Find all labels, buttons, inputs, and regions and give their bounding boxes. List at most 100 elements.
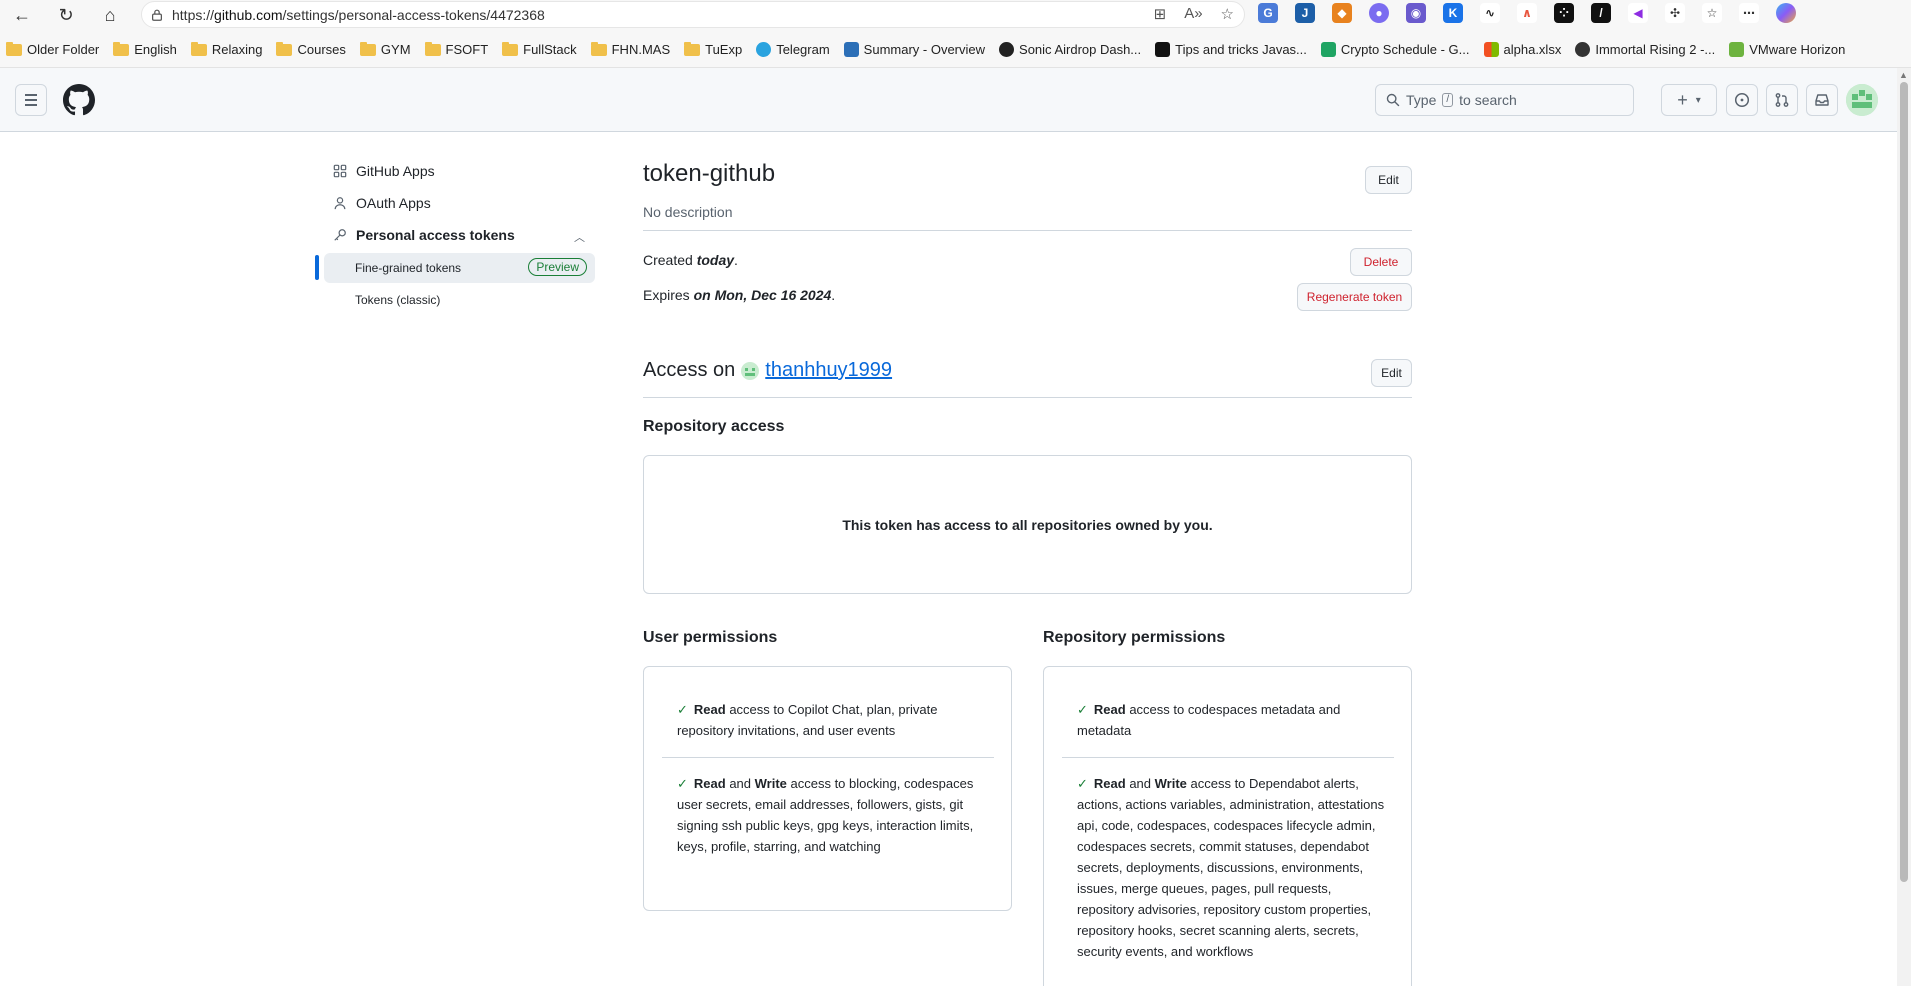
bookmark-folder[interactable]: English (113, 41, 177, 57)
chevron-up-icon[interactable]: ︿ (574, 229, 585, 245)
repository-access-title: Repository access (643, 418, 785, 435)
created-date: Created today. (643, 252, 738, 268)
chart-extension-icon[interactable]: ∿ (1480, 3, 1500, 23)
metamask-extension-icon[interactable]: ◆ (1332, 3, 1352, 23)
preview-badge: Preview (528, 258, 587, 276)
refresh-icon[interactable]: ↻ (52, 2, 80, 28)
bookmark-folder[interactable]: Relaxing (190, 41, 262, 57)
bookmark-folder[interactable]: FSOFT (424, 41, 488, 57)
sidebar-item-tokens-classic[interactable]: Tokens (classic) (324, 285, 595, 315)
pull-requests-button[interactable] (1766, 84, 1798, 116)
bookmark-summary[interactable]: Summary - Overview (843, 42, 985, 57)
bookmark-folder[interactable]: FHN.MAS (590, 41, 670, 57)
permission-item: ✓ Read access to codespaces metadata and … (1077, 702, 1341, 738)
bookmark-sonic[interactable]: Sonic Airdrop Dash... (999, 42, 1141, 57)
sidebar-item-label: Fine-grained tokens (355, 261, 462, 275)
dice-extension-icon[interactable]: ⁘ (1554, 3, 1574, 23)
sidebar-item-fine-grained-tokens[interactable]: Fine-grained tokens Preview (324, 253, 595, 283)
github-header: Type / to search + ▾ (0, 68, 1897, 132)
extensions-puzzle-icon[interactable]: ✣ (1665, 3, 1685, 23)
menu-hamburger-icon[interactable] (15, 84, 47, 116)
site-info-icon[interactable] (142, 8, 172, 22)
issues-button[interactable] (1726, 84, 1758, 116)
person-icon (332, 195, 348, 211)
repository-permissions-title: Repository permissions (1043, 629, 1226, 646)
app-available-icon[interactable]: ⊞ (1154, 5, 1167, 23)
vs-extension-icon[interactable]: ◀ (1628, 3, 1648, 23)
check-icon: ✓ (1077, 702, 1088, 717)
jira-extension-icon[interactable]: J (1295, 3, 1315, 23)
divider (662, 757, 994, 758)
create-new-button[interactable]: + ▾ (1661, 84, 1717, 116)
sidebar-item-personal-access-tokens[interactable]: Personal access tokens (332, 227, 515, 243)
bookmark-crypto-schedule[interactable]: Crypto Schedule - G... (1320, 42, 1470, 57)
divider (643, 230, 1412, 231)
search-shortcut-key: / (1442, 93, 1454, 107)
home-icon[interactable]: ⌂ (96, 2, 124, 28)
user-avatar[interactable] (1846, 84, 1878, 116)
sidebar-item-github-apps[interactable]: GitHub Apps (332, 163, 435, 179)
permission-item: ✓ Read access to Copilot Chat, plan, priv… (677, 702, 938, 738)
check-icon: ✓ (677, 702, 688, 717)
github-logo-icon[interactable] (63, 84, 95, 116)
owner-avatar-icon (741, 361, 760, 380)
bookmark-folder[interactable]: Older Folder (6, 41, 99, 57)
immortal-icon (1575, 42, 1591, 57)
sidebar-item-label: Tokens (classic) (355, 293, 441, 307)
address-bar[interactable]: https://github.com/settings/personal-acc… (141, 1, 1245, 28)
bookmark-tips[interactable]: Tips and tricks Javas... (1155, 42, 1307, 57)
browser-toolbar: ← ↻ ⌂ https://github.com/settings/person… (0, 0, 1911, 68)
bookmarks-bar: Older Folder English Relaxing Courses GY… (0, 37, 1911, 62)
translate-extension-icon[interactable]: G (1258, 3, 1278, 23)
apps-icon (332, 163, 348, 179)
browser-menu-icon[interactable]: ⋯ (1739, 3, 1759, 23)
sonic-icon (999, 42, 1015, 57)
ghost-extension-icon[interactable]: ◉ (1406, 3, 1426, 23)
delete-token-button[interactable]: Delete (1350, 248, 1412, 276)
inbox-icon (1815, 94, 1829, 106)
microsoft-icon (1483, 42, 1499, 57)
pen-extension-icon[interactable]: / (1591, 3, 1611, 23)
issue-opened-icon (1734, 92, 1750, 108)
divider (643, 397, 1412, 398)
page-scrollbar[interactable]: ▲ (1897, 68, 1911, 986)
back-icon[interactable]: ← (8, 2, 36, 28)
edit-token-button[interactable]: Edit (1365, 166, 1412, 194)
search-placeholder: Type (1406, 92, 1437, 108)
edit-access-button[interactable]: Edit (1371, 359, 1412, 387)
folder-icon (359, 41, 376, 56)
check-icon: ✓ (1077, 776, 1088, 791)
bookmark-folder[interactable]: GYM (359, 41, 411, 57)
bookmark-immortal[interactable]: Immortal Rising 2 -... (1575, 42, 1715, 57)
identicon-icon (1846, 84, 1878, 116)
copilot-icon[interactable] (1776, 3, 1796, 23)
bookmark-folder[interactable]: Courses (276, 41, 346, 57)
read-aloud-icon[interactable]: A» (1184, 5, 1202, 23)
sidebar-item-label: GitHub Apps (356, 163, 435, 179)
chevron-down-icon: ▾ (1695, 94, 1701, 106)
scrollbar-thumb[interactable] (1900, 82, 1908, 882)
inbox-button[interactable] (1806, 84, 1838, 116)
owner-link[interactable]: thanhhuy1999 (765, 359, 892, 382)
bookmark-vmware[interactable]: VMware Horizon (1729, 42, 1845, 57)
token-description: No description (643, 204, 733, 220)
sidebar-item-label: OAuth Apps (356, 195, 431, 211)
regenerate-token-button[interactable]: Regenerate token (1297, 283, 1412, 311)
bookmark-folder[interactable]: FullStack (502, 41, 577, 57)
k-extension-icon[interactable]: K (1443, 3, 1463, 23)
bookmark-folder[interactable]: TuExp (684, 41, 742, 57)
folder-icon (113, 41, 130, 56)
bookmark-telegram[interactable]: Telegram (756, 42, 830, 57)
user-permissions-box: ✓ Read access to Copilot Chat, plan, priv… (643, 666, 1012, 911)
scroll-up-icon[interactable]: ▲ (1899, 70, 1908, 80)
page-title: token-github (643, 160, 776, 187)
favorite-star-icon[interactable]: ☆ (1221, 5, 1234, 23)
sidebar-item-oauth-apps[interactable]: OAuth Apps (332, 195, 431, 211)
bookmark-alpha[interactable]: alpha.xlsx (1483, 42, 1561, 57)
search-input[interactable]: Type / to search (1375, 84, 1634, 116)
telegram-icon (756, 42, 772, 57)
favorites-icon[interactable]: ☆ (1702, 3, 1722, 23)
wallet-extension-icon[interactable]: ● (1369, 3, 1389, 23)
wave-extension-icon[interactable]: ∧ (1517, 3, 1537, 23)
permission-item: ✓ Read and Write access to Dependabot ale… (1077, 776, 1385, 959)
